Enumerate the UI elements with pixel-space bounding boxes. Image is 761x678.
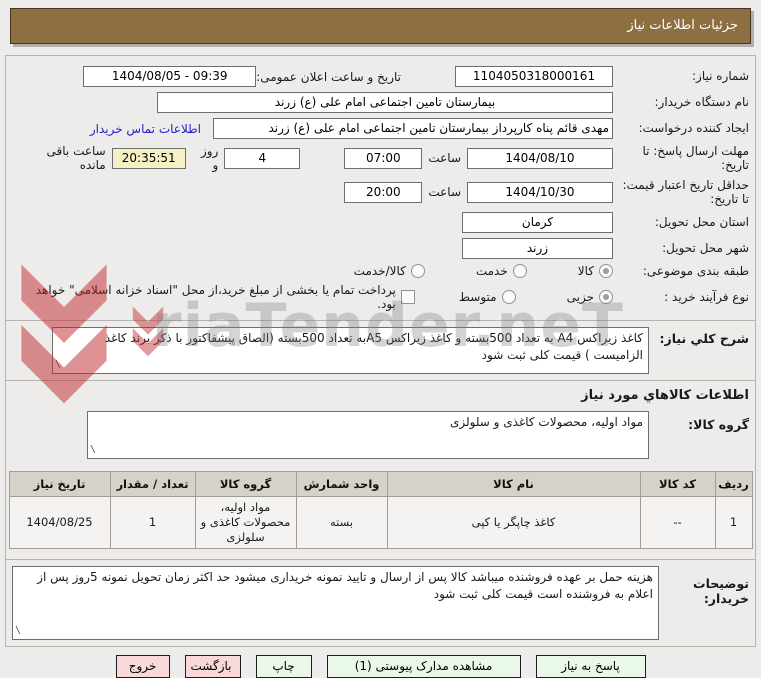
buyer-org-input[interactable] [157,92,613,113]
days-remaining-label: روز و [200,144,219,173]
buyer-notes-label: توضیحات خریدار: [693,575,749,607]
table-cell: مواد اولیه، محصولات کاغذی و سلولزی [194,495,297,549]
city-label: شهر محل تحویل: [662,240,749,255]
resize-handle-icon[interactable]: \ [90,443,96,458]
need-description-textarea[interactable]: کاغذ زیراکس A4 به تعداد 500بسته و کاغذ ز… [52,326,649,374]
goods-info-panel: اطلاعات کالاهاي مورد نياز گروه کالا: موا… [5,379,756,560]
radio-icon[interactable] [599,289,613,304]
column-header: گروه کالا [194,470,297,497]
header-row: ردیف کد کالا نام کالا واحد شمارش گروه کالا تع… [8,470,753,497]
reply-deadline-row: مهلت ارسال پاسخ: تا تاریخ: ساعت روز و سا… [12,144,749,173]
province-input[interactable] [462,211,613,233]
province-label: استان محل تحویل: [654,214,749,229]
tender-details-page: { "title_bar": {"label": "جزئیات اطلاعات… [0,8,761,678]
need-number-row: شماره نیاز: تاریخ و ساعت اعلان عمومی: [12,66,749,87]
request-info-panel: شماره نیاز: تاریخ و ساعت اعلان عمومی: نا… [5,55,756,321]
radio-label: خدمت [475,263,508,278]
buyer-notes-textarea[interactable]: هزینه حمل بر عهده فروشنده میباشد کالا پس… [12,565,659,640]
view-attachments-button[interactable]: مشاهده مدارک پیوستی (1) [326,654,521,678]
radio-label: کالا/خدمت [353,263,406,278]
price-validity-time-input[interactable] [344,181,423,203]
action-button-bar: پاسخ به نیاز مشاهده مدارک پیوستی (1) چاپ… [0,654,761,678]
request-creator-row: ایجاد کننده درخواست: اطلاعات تماس خریدار [12,118,749,139]
buyer-notes-panel: توضیحات خریدار: هزینه حمل بر عهده فروشند… [5,558,756,647]
page-title: جزئیات اطلاعات نیاز [10,8,751,44]
buyer-contact-link[interactable]: اطلاعات تماس خریدار [90,122,201,136]
radio-icon[interactable] [512,263,527,278]
table-cell: 1404/08/25 [8,495,111,549]
price-validity-hour-label: ساعت [428,185,461,200]
process-type-option-medium[interactable]: متوسط [458,289,516,304]
resize-handle-icon[interactable]: \ [55,358,61,373]
buyer-org-label: نام دستگاه خریدار: [654,95,750,110]
table-cell: کاغذ چاپگر یا کپی [386,495,641,549]
process-type-row: نوع فرآیند خرید : جزیی متوسط پرداخت تمام… [12,283,749,311]
checkbox-label: پرداخت تمام یا بخشی از مبلغ خرید،از محل … [35,282,396,311]
reply-deadline-date-input[interactable] [467,147,613,169]
announce-datetime-input[interactable] [83,66,257,87]
goods-section-header: اطلاعات کالاهاي مورد نياز [581,387,749,403]
reply-hour-label: ساعت [428,151,461,166]
exit-button[interactable]: خروج [115,654,170,678]
request-creator-label: ایجاد کننده درخواست: [638,121,749,136]
need-description-panel: شرح کلي نياز: کاغذ زیراکس A4 به تعداد 50… [5,319,756,381]
column-header: واحد شمارش [295,470,388,497]
table-row: 1 -- کاغذ چاپگر یا کپی بسته مواد اولیه، محصو… [8,495,753,549]
buyer-org-row: نام دستگاه خریدار: [12,92,749,113]
need-number-label: شماره نیاز: [692,69,749,84]
resize-handle-icon[interactable]: \ [15,624,21,639]
respond-to-need-button[interactable]: پاسخ به نیاز [535,654,646,678]
price-validity-date-input[interactable] [467,181,613,203]
goods-group-label: گروه کالا: [688,416,749,432]
classification-option-goods[interactable]: کالا [577,263,613,278]
city-input[interactable] [462,237,613,259]
goods-table: ردیف کد کالا نام کالا واحد شمارش گروه کالا تع… [8,470,753,549]
radio-icon[interactable] [599,263,613,278]
column-header: کد کالا [639,470,716,497]
goods-group-textarea[interactable]: مواد اولیه، محصولات کاغذی و سلولزی \ [87,410,649,459]
goods-table-body: 1 -- کاغذ چاپگر یا کپی بسته مواد اولیه، محصو… [8,495,753,549]
column-header: تاریخ نیاز [8,470,111,497]
countdown-timer [111,147,186,169]
treasury-payment-checkbox[interactable]: پرداخت تمام یا بخشی از مبلغ خرید،از محل … [18,283,415,311]
radio-label: کالا [577,263,594,278]
classification-option-goods-service[interactable]: کالا/خدمت [353,263,425,278]
city-row: شهر محل تحویل: [12,237,749,259]
goods-group-text: مواد اولیه، محصولات کاغذی و سلولزی [449,414,643,429]
goods-group-row: گروه کالا: مواد اولیه، محصولات کاغذی و س… [6,407,755,463]
classification-row: طبقه بندی موضوعی: کالا خدمت کالا/خدمت [12,264,749,278]
need-description-text: کاغذ زیراکس A4 به تعداد 500بسته و کاغذ ز… [104,330,643,363]
province-row: استان محل تحویل: [12,211,749,233]
checkbox-icon[interactable] [400,289,415,304]
table-cell: 1 [714,495,753,549]
days-remaining-input[interactable] [224,147,301,169]
announce-datetime-label: تاریخ و ساعت اعلان عمومی: [256,69,401,84]
back-button[interactable]: بازگشت [184,654,241,678]
table-cell: بسته [295,495,388,549]
table-cell: 1 [109,495,196,549]
countdown-label: ساعت باقی مانده [46,144,106,173]
classification-label: طبقه بندی موضوعی: [642,263,749,278]
need-description-label: شرح کلي نياز: [659,330,749,346]
print-button[interactable]: چاپ [255,654,312,678]
reply-deadline-time-input[interactable] [344,147,423,169]
table-cell: -- [639,495,716,549]
column-header: نام کالا [386,470,641,497]
goods-table-header: ردیف کد کالا نام کالا واحد شمارش گروه کالا تع… [8,470,753,497]
price-validity-row: حداقل تاریخ اعتبار قیمت: تا تاریخ: ساعت [12,178,749,207]
process-type-label: نوع فرآیند خرید : [664,289,749,304]
column-header: تعداد / مقدار [109,470,196,497]
price-validity-label: حداقل تاریخ اعتبار قیمت: تا تاریخ: [622,177,749,207]
column-header: ردیف [714,470,753,497]
radio-icon[interactable] [501,289,516,304]
process-type-option-partial[interactable]: جزیی [566,289,613,304]
classification-option-service[interactable]: خدمت [475,263,527,278]
radio-label: جزیی [566,289,594,304]
need-number-input[interactable] [455,66,613,87]
radio-label: متوسط [458,289,497,304]
request-creator-input[interactable] [213,118,613,139]
buyer-notes-text: هزینه حمل بر عهده فروشنده میباشد کالا پس… [37,569,653,602]
reply-deadline-label: مهلت ارسال پاسخ: تا تاریخ: [642,144,749,173]
radio-icon[interactable] [410,263,425,278]
